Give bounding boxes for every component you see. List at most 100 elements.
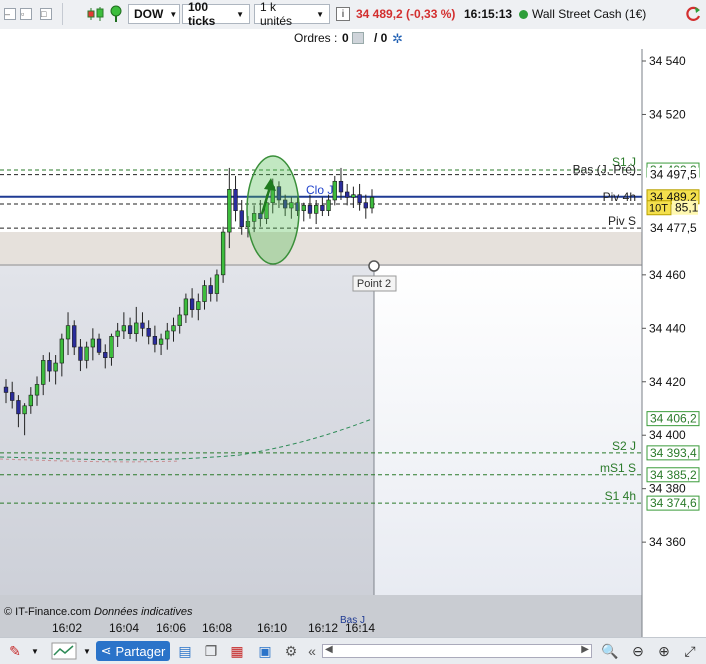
- data-note: Données indicatives: [94, 606, 193, 618]
- restore-icon[interactable]: ▫: [20, 8, 32, 20]
- candle-body: [47, 360, 52, 372]
- comment-icon[interactable]: ▤: [176, 641, 194, 661]
- share-label: Partager: [115, 643, 166, 659]
- x-tick-label: 16:02: [52, 621, 82, 635]
- candle-body: [72, 325, 77, 348]
- candle-body: [301, 205, 306, 211]
- level-label: S2 J: [612, 439, 636, 453]
- y-tick-label: 34 420: [649, 375, 686, 389]
- instrument-select[interactable]: DOW ▼: [128, 4, 180, 24]
- candle-body: [320, 205, 325, 211]
- size-select[interactable]: 1 k unités ▼: [254, 0, 330, 28]
- candle-body: [16, 400, 21, 415]
- x-tick-label: 16:12: [308, 621, 338, 635]
- zoom-fit-icon[interactable]: 🔍: [600, 641, 620, 661]
- orders-settings-icon[interactable]: ✲: [392, 31, 403, 47]
- x-tick-label: 16:04: [109, 621, 139, 635]
- candle-body: [158, 338, 164, 345]
- price-label: 34 385,2: [650, 468, 697, 482]
- candle-body: [109, 336, 114, 359]
- info-icon[interactable]: i: [336, 7, 350, 21]
- candle-body: [214, 274, 220, 294]
- point-2-marker[interactable]: [368, 260, 380, 272]
- x-tick-label: 16:10: [257, 621, 287, 635]
- candle-body: [134, 322, 139, 334]
- pin-icon[interactable]: [108, 4, 126, 24]
- copy-icon[interactable]: ❐: [202, 641, 220, 661]
- period-label: 100 ticks: [188, 0, 216, 28]
- share-button[interactable]: ⋖ Partager: [96, 641, 170, 661]
- candle-body: [351, 194, 356, 198]
- scroll-left-icon[interactable]: «: [306, 641, 318, 661]
- orders-count-2: / 0: [374, 31, 388, 45]
- y-tick-label: 34 380: [649, 482, 686, 496]
- level-label: mS1 S: [600, 461, 636, 475]
- candle-body: [78, 346, 83, 361]
- fullscreen-icon[interactable]: ⤢: [680, 641, 700, 661]
- screenshot-icon[interactable]: ▣: [254, 641, 276, 661]
- candle-body: [227, 189, 232, 233]
- orders-count-1: 0: [342, 31, 349, 45]
- highlight-ellipse[interactable]: [246, 155, 300, 265]
- top-toolbar: – ▫ □ DOW ▼ 100 ticks ▼ 1 k unités ▼ i 34 4…: [0, 0, 706, 30]
- candle-body: [239, 210, 244, 228]
- orders-bar: Ordres : 0 / 0 ✲: [0, 29, 706, 50]
- candle-body: [53, 362, 58, 372]
- candle-body: [220, 231, 226, 276]
- candle-body: [177, 314, 182, 326]
- zoom-in-icon[interactable]: ⊕: [654, 641, 674, 661]
- right-shaded-zone: [374, 265, 642, 595]
- price-chart[interactable]: 34 540 34 520 34 460 34 440 34 420 34 400 34 3…: [0, 49, 706, 637]
- period-select[interactable]: 100 ticks ▼: [182, 0, 250, 28]
- candle-body: [369, 197, 375, 209]
- candles-icon[interactable]: [86, 4, 106, 24]
- candle-body: [28, 394, 33, 407]
- candle-body: [357, 194, 362, 203]
- refresh-icon[interactable]: [684, 4, 702, 24]
- indicators-icon[interactable]: [50, 641, 78, 661]
- settings-icon[interactable]: ⚙: [282, 641, 300, 661]
- zoom-out-icon[interactable]: ⊖: [628, 641, 648, 661]
- x-tick-label: 16:08: [202, 621, 232, 635]
- market-name: Wall Street Cash (1€): [532, 7, 647, 21]
- candle-body: [127, 325, 133, 334]
- candle-body: [363, 202, 368, 209]
- candle-body: [140, 322, 145, 329]
- horizontal-scrollbar[interactable]: ◀ ▶: [322, 641, 592, 661]
- tag-10t: 10T: [649, 203, 668, 215]
- price-label: 34 374,6: [650, 496, 697, 510]
- orders-box-icon[interactable]: [352, 32, 364, 44]
- candle-body: [84, 346, 89, 361]
- y-tick-label: 34 460: [649, 268, 686, 282]
- y-tick-label: 34 440: [649, 321, 686, 335]
- price-label: 85,1: [675, 201, 699, 215]
- candle-body: [10, 392, 15, 401]
- candle-body: [196, 301, 201, 310]
- price-label: 34 477,5: [650, 221, 697, 235]
- chevron-down-icon[interactable]: ▼: [82, 641, 92, 661]
- export-icon[interactable]: ▦: [228, 641, 246, 661]
- candle-body: [307, 205, 313, 214]
- candle-body: [115, 330, 120, 337]
- candle-body: [314, 205, 319, 214]
- candle-body: [90, 338, 96, 348]
- candle-body: [345, 191, 350, 198]
- maximize-icon[interactable]: □: [40, 8, 52, 20]
- candle-body: [121, 325, 127, 332]
- chevron-down-icon[interactable]: ▼: [30, 641, 40, 661]
- level-label: S1 4h: [605, 489, 636, 503]
- y-tick-label: 34 400: [649, 428, 686, 442]
- minimize-icon[interactable]: –: [4, 8, 16, 20]
- candle-body: [146, 327, 151, 337]
- level-label: Bas (J, Pré): [573, 163, 636, 177]
- range-zone: [0, 232, 642, 266]
- candle-body: [3, 386, 9, 393]
- candle-body: [96, 338, 102, 353]
- candle-body: [65, 325, 71, 340]
- clock-time: 16:15:13: [464, 7, 513, 21]
- candle-body: [165, 330, 170, 340]
- instrument-label: DOW: [134, 7, 164, 21]
- candle-body: [208, 285, 213, 294]
- price-label: 34 497,5: [650, 168, 697, 182]
- drawing-tools-icon[interactable]: ✎: [4, 641, 26, 661]
